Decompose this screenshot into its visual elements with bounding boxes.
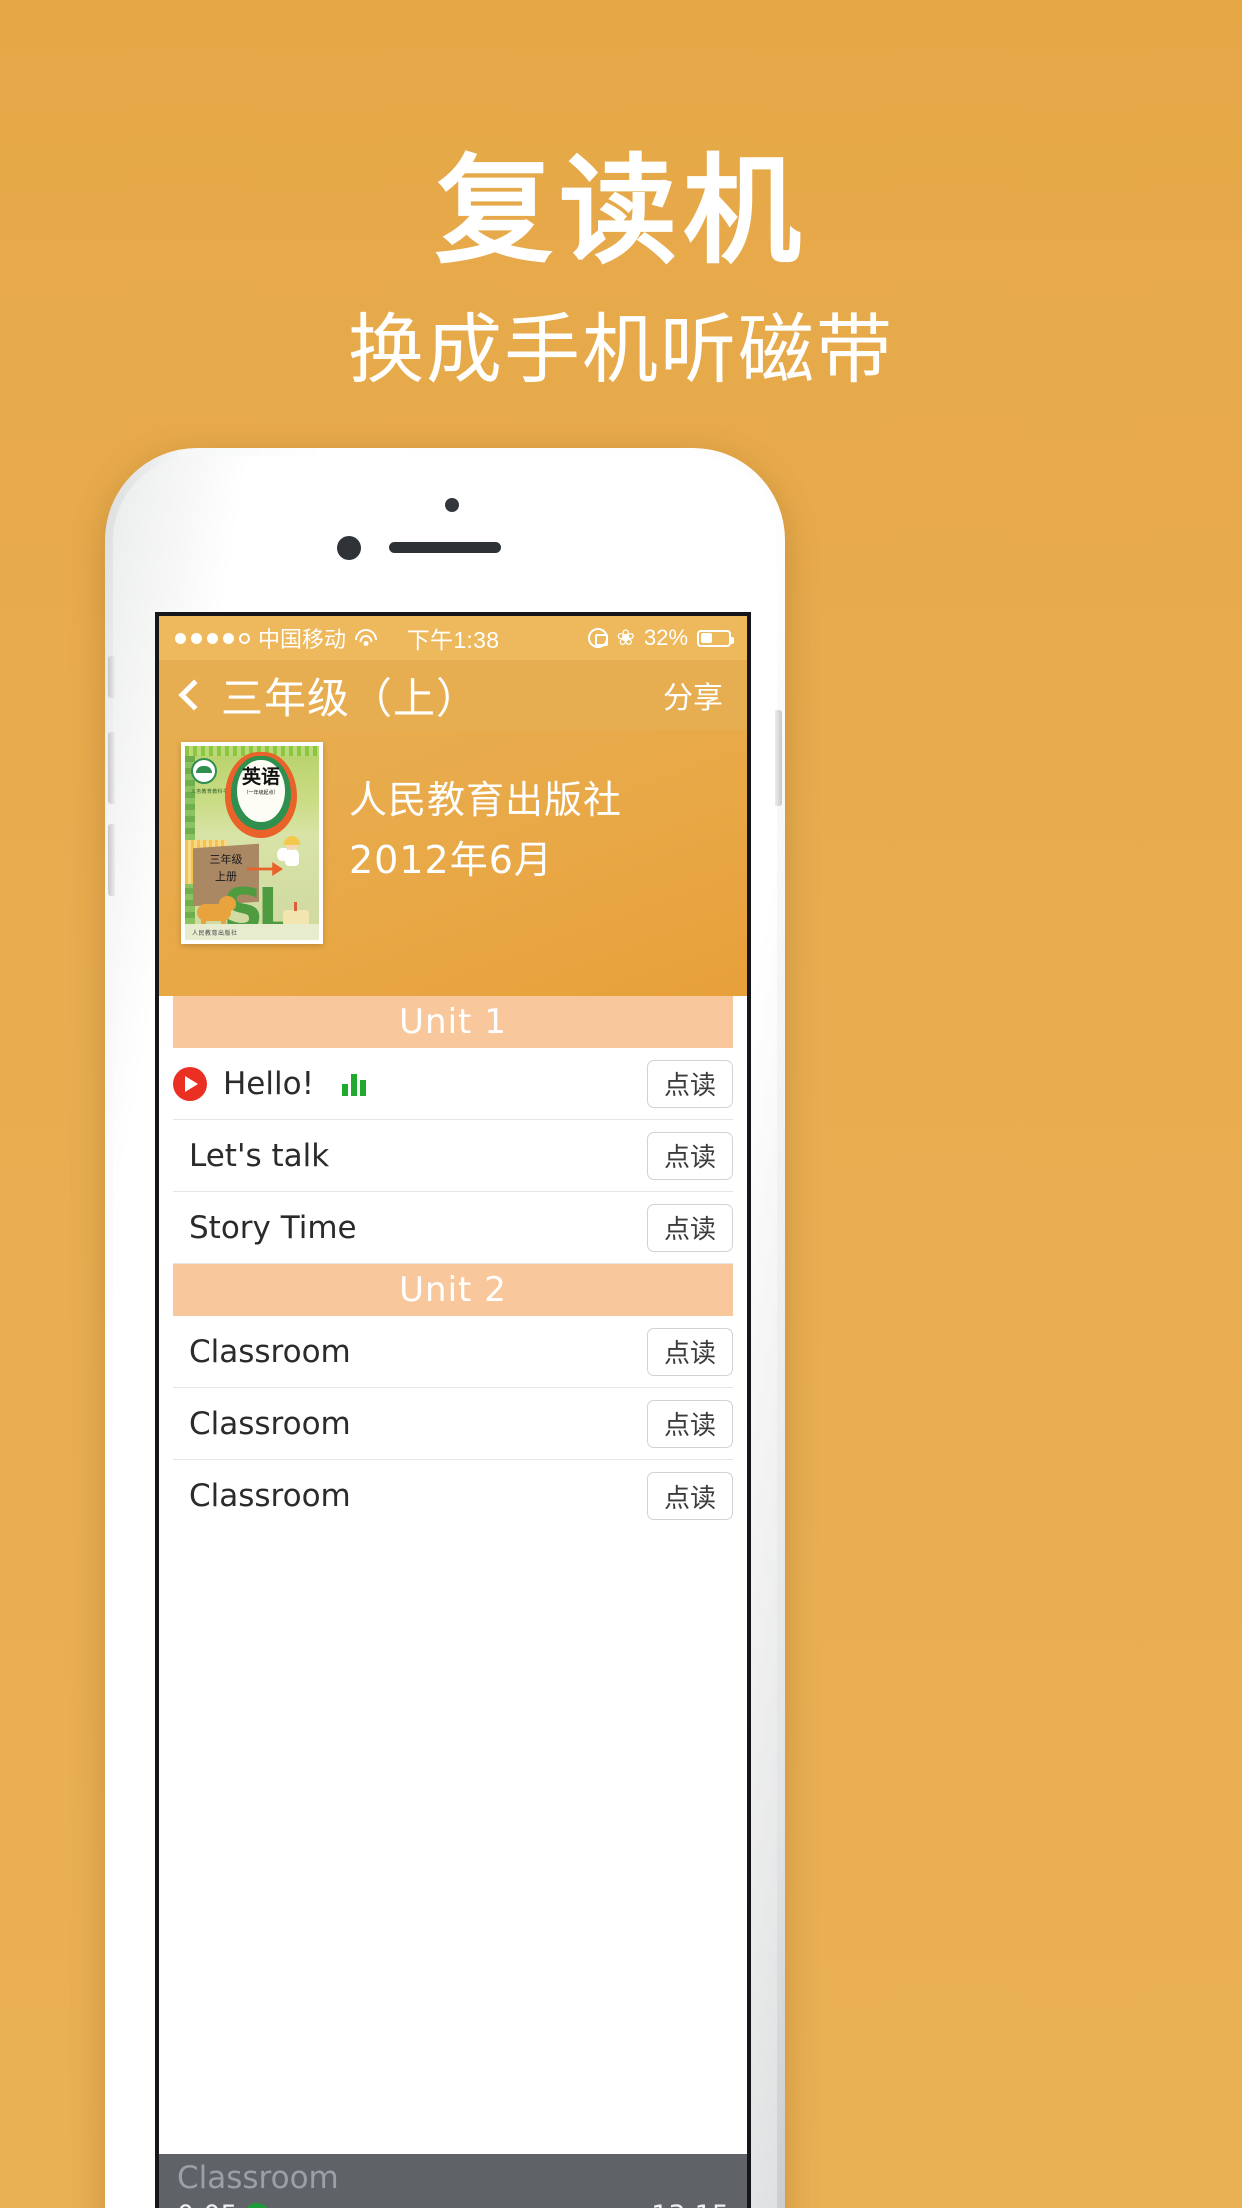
book-meta: 人民教育出版社 2012年6月 xyxy=(349,776,622,887)
phone-mockup: 中国移动 下午1:38 ❀ 32% 三年级（上） 分享 义务教育教科书 英语 （… xyxy=(105,448,785,2208)
cover-angel-icon xyxy=(277,836,307,876)
book-header: 义务教育教科书 英语 （一年级起点） 三年级 上册 SL 人民教育出版社 人民教… xyxy=(159,730,747,996)
player-current-time: 0:05 xyxy=(177,2200,238,2208)
player-progress-knob[interactable] xyxy=(244,2202,271,2208)
promo-subtitle: 换成手机听磁带 xyxy=(348,305,894,394)
list-item[interactable]: Classroom 点读 xyxy=(173,1388,733,1460)
status-clock: 下午1:38 xyxy=(406,627,500,653)
book-date: 2012年6月 xyxy=(349,838,553,883)
proximity-sensor-icon xyxy=(445,498,459,512)
status-left: 中国移动 xyxy=(175,622,407,654)
list-item[interactable]: Story Time 点读 xyxy=(173,1192,733,1264)
audio-player-bar: Classroom 0:05 13:15 xyxy=(159,2154,747,2208)
earpiece-speaker-icon xyxy=(389,542,501,553)
list-item[interactable]: Let's talk 点读 xyxy=(173,1120,733,1192)
player-total-time: 13:15 xyxy=(651,2200,729,2208)
lesson-title: Let's talk xyxy=(189,1137,330,1174)
point-read-button[interactable]: 点读 xyxy=(647,1399,733,1448)
point-read-button[interactable]: 点读 xyxy=(647,1327,733,1376)
page-title: 三年级（上） xyxy=(221,674,480,722)
lesson-title: Classroom xyxy=(189,1405,351,1442)
promo-title: 复读机 xyxy=(434,142,807,280)
player-progress-row: 0:05 13:15 xyxy=(177,2200,729,2208)
unit-header: Unit 2 xyxy=(173,1264,733,1316)
status-bar: 中国移动 下午1:38 ❀ 32% xyxy=(159,616,747,660)
lesson-title: Hello! xyxy=(223,1065,315,1102)
phone-body: 中国移动 下午1:38 ❀ 32% 三年级（上） 分享 义务教育教科书 英语 （… xyxy=(108,456,782,2208)
share-button[interactable]: 分享 xyxy=(663,673,723,717)
volume-up-button[interactable] xyxy=(108,732,115,804)
book-publisher: 人民教育出版社 xyxy=(349,780,623,822)
point-read-button[interactable]: 点读 xyxy=(647,1472,733,1520)
lesson-title: Story Time xyxy=(189,1209,357,1246)
lesson-title: Classroom xyxy=(189,1333,351,1370)
point-read-button[interactable]: 点读 xyxy=(647,1059,733,1108)
list-item[interactable]: Classroom 点读 xyxy=(173,1316,733,1388)
silent-switch[interactable] xyxy=(108,656,115,698)
list-item[interactable]: Classroom 点读 xyxy=(173,1460,733,1532)
status-right: ❀ 32% xyxy=(499,625,735,651)
lesson-list: Unit 1 Hello! 点读 Let's talk 点读 Story Tim… xyxy=(159,996,747,1532)
front-camera-icon xyxy=(337,536,361,560)
equalizer-icon xyxy=(342,1072,367,1096)
bluetooth-icon: ❀ xyxy=(616,625,635,650)
cover-series-note: 义务教育教科书 xyxy=(191,789,229,795)
list-item[interactable]: Hello! 点读 xyxy=(173,1048,733,1120)
phone-screen: 中国移动 下午1:38 ❀ 32% 三年级（上） 分享 义务教育教科书 英语 （… xyxy=(155,612,751,2208)
carrier-label: 中国移动 xyxy=(258,627,347,652)
battery-icon xyxy=(697,629,735,647)
lesson-title: Classroom xyxy=(189,1478,351,1514)
rotation-lock-icon xyxy=(587,628,608,648)
cover-subject-note: （一年级起点） xyxy=(243,790,279,796)
signal-strength-icon xyxy=(175,632,250,644)
point-read-button[interactable]: 点读 xyxy=(647,1203,733,1252)
volume-down-button[interactable] xyxy=(108,824,115,896)
book-cover-image: 义务教育教科书 英语 （一年级起点） 三年级 上册 SL 人民教育出版社 xyxy=(181,742,323,944)
back-button[interactable] xyxy=(178,679,210,711)
cover-publisher-mark: 人民教育出版社 xyxy=(192,931,238,937)
play-icon[interactable] xyxy=(173,1066,207,1101)
navigation-bar: 三年级（上） 分享 xyxy=(159,660,747,730)
point-read-button[interactable]: 点读 xyxy=(647,1131,733,1180)
unit-header: Unit 1 xyxy=(173,996,733,1048)
player-track-title: Classroom xyxy=(177,2160,339,2196)
battery-percent-label: 32% xyxy=(643,625,689,650)
cover-subject: 英语 （一年级起点） xyxy=(237,768,285,796)
power-button[interactable] xyxy=(775,710,782,806)
wifi-icon xyxy=(354,629,378,647)
